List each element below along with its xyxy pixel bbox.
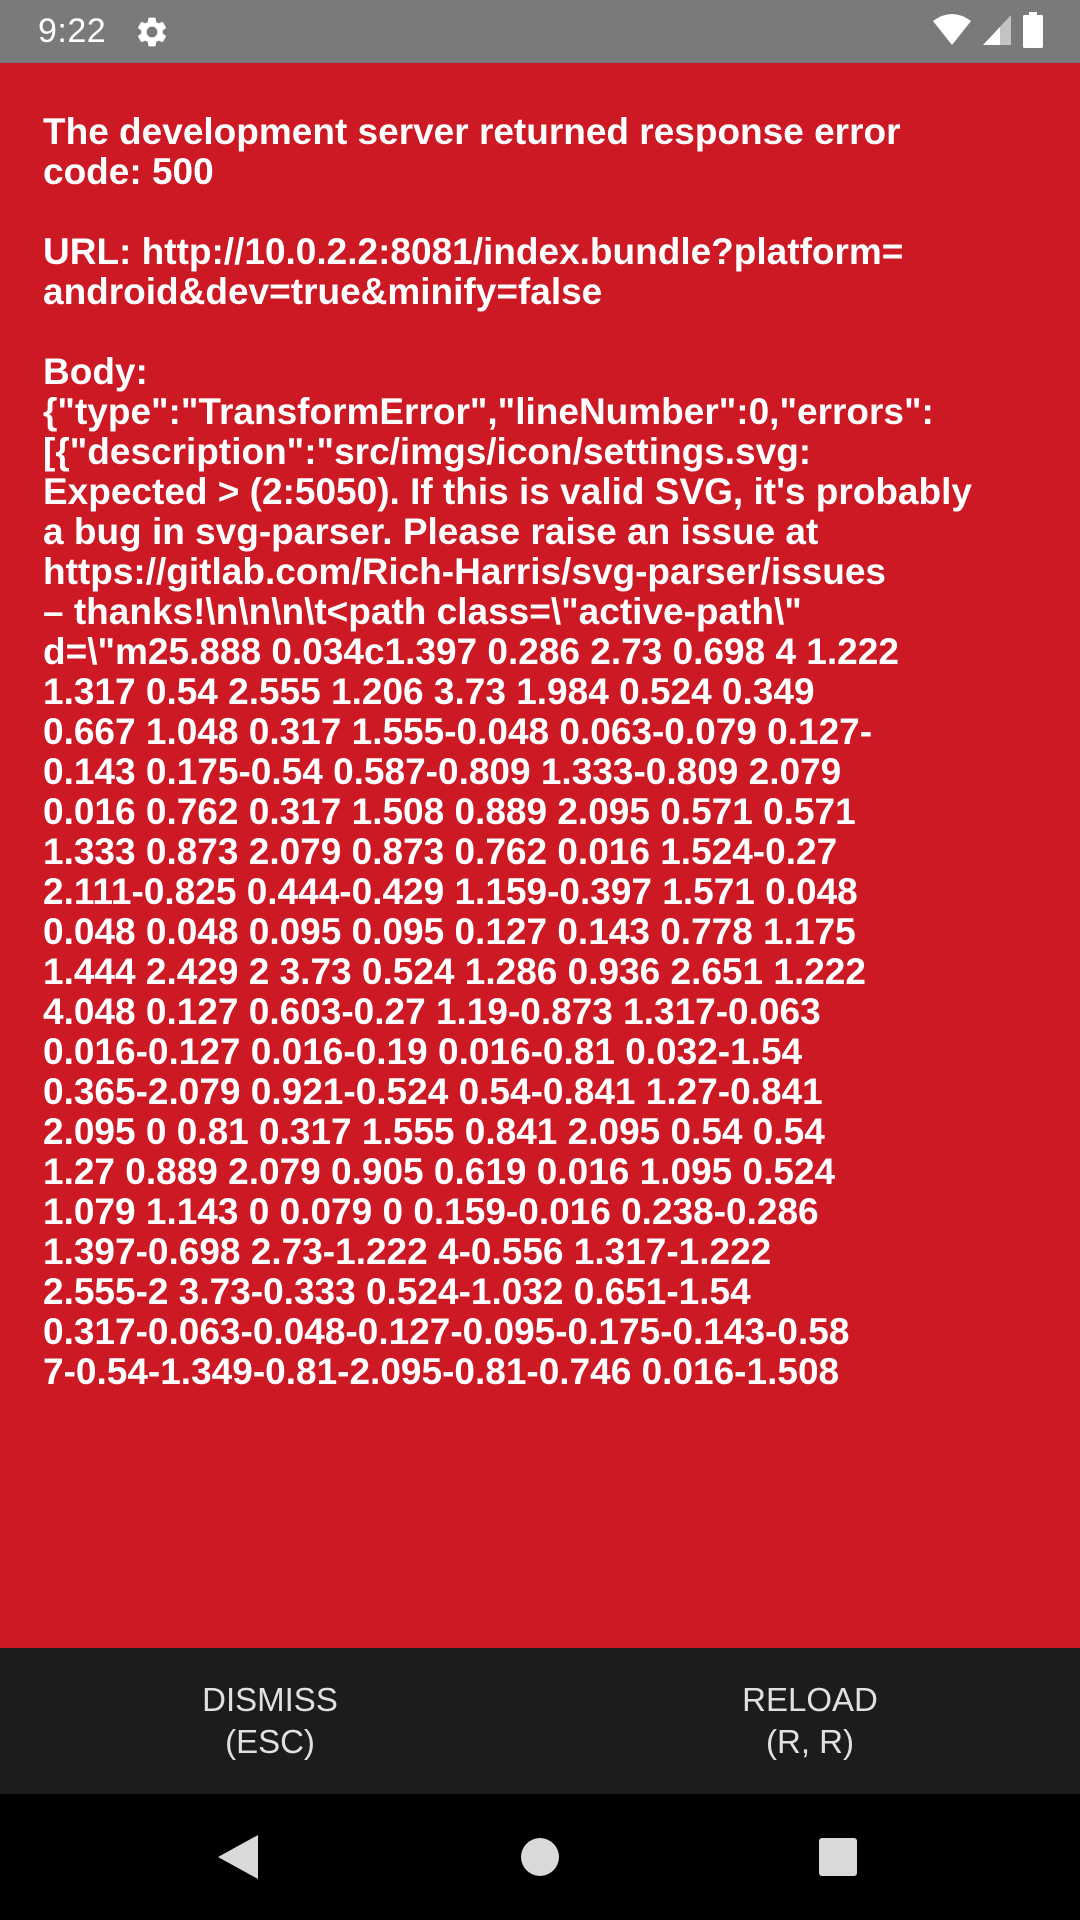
- error-line: – thanks!\n\n\n\t<path class=\"active-pa…: [43, 591, 802, 632]
- settings-gear-icon: [134, 14, 170, 50]
- home-icon[interactable]: [505, 1822, 575, 1892]
- status-bar: 9:22: [0, 0, 1080, 63]
- back-icon[interactable]: [203, 1822, 273, 1892]
- error-line: 1.079 1.143 0 0.079 0 0.159-0.016 0.238-…: [43, 1191, 819, 1232]
- error-line: 0.667 1.048 0.317 1.555-0.048 0.063-0.07…: [43, 711, 873, 752]
- error-line: 7-0.54-1.349-0.81-2.095-0.81-0.746 0.016…: [43, 1351, 840, 1392]
- dismiss-label: DISMISS: [202, 1681, 338, 1718]
- reload-shortcut: (R, R): [766, 1723, 854, 1760]
- cell-signal-icon: [982, 13, 1012, 52]
- error-line: [43, 307, 1043, 347]
- error-line: 0.016-0.127 0.016-0.19 0.016-0.81 0.032-…: [43, 1031, 803, 1072]
- error-line: 1.27 0.889 2.079 0.905 0.619 0.016 1.095…: [43, 1151, 836, 1192]
- error-button-bar: DISMISS (ESC) RELOAD (R, R): [0, 1648, 1080, 1794]
- error-line: 2.095 0 0.81 0.317 1.555 0.841 2.095 0.5…: [43, 1111, 825, 1152]
- error-line: a bug in svg-parser. Please raise an iss…: [43, 511, 819, 552]
- error-line: 2.555-2 3.73-0.333 0.524-1.032 0.651-1.5…: [43, 1271, 751, 1312]
- error-panel[interactable]: The development server returned response…: [0, 63, 1080, 1648]
- navigation-bar: [0, 1794, 1080, 1920]
- error-line: URL: http://10.0.2.2:8081/index.bundle?p…: [43, 231, 904, 272]
- error-line: 1.397-0.698 2.73-1.222 4-0.556 1.317-1.2…: [43, 1231, 772, 1272]
- error-line: [43, 187, 1043, 227]
- error-line: 0.016 0.762 0.317 1.508 0.889 2.095 0.57…: [43, 791, 856, 832]
- status-icons: [932, 11, 1044, 53]
- error-line: {"type":"TransformError","lineNumber":0,…: [43, 391, 934, 432]
- error-line: 2.111-0.825 0.444-0.429 1.159-0.397 1.57…: [43, 871, 858, 912]
- error-line: android&dev=true&minify=false: [43, 271, 603, 312]
- error-line: 1.444 2.429 2 3.73 0.524 1.286 0.936 2.6…: [43, 951, 866, 992]
- error-line: 0.317-0.063-0.048-0.127-0.095-0.175-0.14…: [43, 1311, 850, 1352]
- dismiss-shortcut: (ESC): [225, 1723, 315, 1760]
- recents-icon[interactable]: [803, 1822, 873, 1892]
- error-line: 0.048 0.048 0.095 0.095 0.127 0.143 0.77…: [43, 911, 856, 952]
- error-line: code: 500: [43, 151, 214, 192]
- error-line: d=\"m25.888 0.034c1.397 0.286 2.73 0.698…: [43, 631, 899, 672]
- error-line: https://gitlab.com/Rich-Harris/svg-parse…: [43, 551, 887, 592]
- battery-icon: [1022, 11, 1044, 53]
- error-line: Body:: [43, 351, 148, 392]
- dismiss-button[interactable]: DISMISS (ESC): [0, 1648, 540, 1794]
- phone-screen: 9:22 The development server returned res…: [0, 0, 1080, 1920]
- error-line: 4.048 0.127 0.603-0.27 1.19-0.873 1.317-…: [43, 991, 821, 1032]
- error-line: 0.365-2.079 0.921-0.524 0.54-0.841 1.27-…: [43, 1071, 823, 1112]
- error-line: 1.317 0.54 2.555 1.206 3.73 1.984 0.524 …: [43, 671, 815, 712]
- wifi-icon: [932, 13, 972, 52]
- error-line: The development server returned response…: [43, 111, 901, 152]
- reload-button[interactable]: RELOAD (R, R): [540, 1648, 1080, 1794]
- error-message: The development server returned response…: [43, 107, 1043, 1392]
- error-line: 0.143 0.175-0.54 0.587-0.809 1.333-0.809…: [43, 751, 842, 792]
- status-time: 9:22: [38, 12, 107, 50]
- error-line: [{"description":"src/imgs/icon/settings.…: [43, 431, 812, 472]
- error-line: 1.333 0.873 2.079 0.873 0.762 0.016 1.52…: [43, 831, 838, 872]
- error-line: Expected > (2:5050). If this is valid SV…: [43, 471, 972, 512]
- reload-label: RELOAD: [742, 1681, 878, 1718]
